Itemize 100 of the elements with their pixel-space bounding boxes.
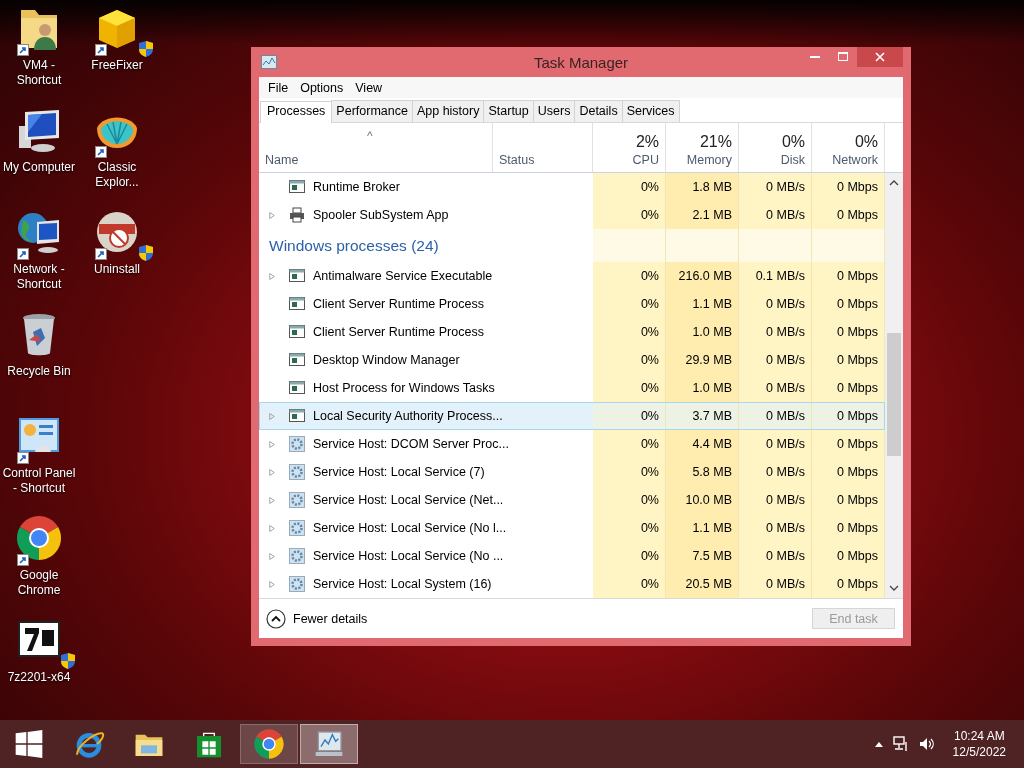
process-row[interactable]: Client Server Runtime Process 0% 1.0 MB 0 MB/s 0 Mbps: [259, 318, 885, 346]
tab[interactable]: Startup: [483, 100, 534, 122]
tab[interactable]: Services: [621, 100, 680, 122]
scrollbar[interactable]: [885, 173, 903, 598]
column-label: Memory: [686, 153, 732, 167]
sort-indicator: ^: [367, 129, 373, 143]
show-hidden-icon[interactable]: [874, 741, 883, 747]
column-header[interactable]: 0% Disk: [739, 123, 812, 172]
table-cell: 0 Mbps: [812, 173, 885, 201]
column-header[interactable]: 21% Memory: [666, 123, 739, 172]
close-button[interactable]: [857, 47, 903, 67]
desktop-icon-label[interactable]: My Computer: [3, 160, 75, 175]
process-row[interactable]: Spooler SubSystem App 0% 2.1 MB 0 MB/s 0 Mbps: [259, 201, 885, 229]
minimize-icon: [810, 56, 820, 58]
clock-time[interactable]: 10:24 AM: [953, 728, 1005, 744]
collapse-icon: [266, 608, 286, 629]
tab[interactable]: Performance: [331, 100, 413, 122]
volume-icon[interactable]: [918, 736, 935, 752]
table-cell: 0 MB/s: [739, 402, 812, 430]
table-cell: 10.0 MB: [666, 486, 739, 514]
column-header[interactable]: ^ Name: [259, 123, 493, 172]
process-name: Host Process for Windows Tasks: [313, 381, 495, 395]
table-cell: 29.9 MB: [666, 346, 739, 374]
table-cell: 0 Mbps: [812, 570, 885, 598]
table-cell: 0 MB/s: [739, 173, 812, 201]
column-label: Status: [499, 153, 536, 167]
scroll-thumb[interactable]: [887, 333, 901, 456]
tab[interactable]: Processes: [260, 101, 333, 123]
table-cell: 0%: [593, 430, 666, 458]
process-name: Antimalware Service Executable: [313, 269, 493, 283]
table-cell: 0.1 MB/s: [739, 262, 812, 290]
column-header[interactable]: 2% CPU: [593, 123, 666, 172]
column-header[interactable]: Status: [493, 123, 593, 172]
gear-icon: [289, 520, 305, 536]
network-icon[interactable]: [892, 736, 909, 752]
window-icon: [289, 408, 305, 424]
scroll-up-icon[interactable]: [889, 180, 899, 186]
column-total: 0%: [854, 133, 878, 151]
menu-item[interactable]: Options: [294, 80, 350, 95]
window-icon: [289, 179, 305, 195]
desktop-icon-label[interactable]: 7z2201-x64: [7, 670, 71, 685]
column-label: Name: [265, 153, 300, 167]
process-row[interactable]: Client Server Runtime Process 0% 1.1 MB 0 MB/s 0 Mbps: [259, 290, 885, 318]
table-cell: 0 MB/s: [739, 514, 812, 542]
process-name: Client Server Runtime Process: [313, 325, 484, 339]
windows-logo-icon: [13, 728, 45, 760]
process-row[interactable]: Service Host: Local System (16) 0% 20.5 MB 0 MB/s 0 Mbps: [259, 570, 885, 598]
process-row[interactable]: Local Security Authority Process... 0% 3.7 MB 0 MB/s 0 Mbps: [259, 402, 885, 430]
process-row[interactable]: Service Host: Local Service (Net... 0% 10.0 MB 0 MB/s 0 Mbps: [259, 486, 885, 514]
table-cell: 0 Mbps: [812, 402, 885, 430]
tab[interactable]: Details: [574, 100, 623, 122]
table-cell: 0%: [593, 402, 666, 430]
fewer-details-link[interactable]: Fewer details: [266, 608, 368, 629]
browser-icon[interactable]: [15, 514, 63, 562]
process-row[interactable]: Service Host: Local Service (No ... 0% 7.5 MB 0 MB/s 0 Mbps: [259, 542, 885, 570]
desktop-icon-label[interactable]: Network - Shortcut: [1, 262, 77, 292]
desktop-icon-label[interactable]: Google Chrome: [1, 568, 77, 598]
table-cell: 0 MB/s: [739, 486, 812, 514]
process-name: Service Host: Local System (16): [313, 577, 492, 591]
scroll-down-icon[interactable]: [889, 585, 899, 591]
table-cell: 0 Mbps: [812, 374, 885, 402]
printer-icon: [289, 207, 305, 223]
desktop-icon-label[interactable]: FreeFixer: [91, 58, 143, 73]
tab[interactable]: App history: [411, 100, 485, 122]
column-label: CPU: [632, 153, 659, 167]
process-row[interactable]: Service Host: Local Service (No l... 0% 1.1 MB 0 MB/s 0 Mbps: [259, 514, 885, 542]
table-cell: 0%: [593, 262, 666, 290]
gear-icon: [289, 464, 305, 480]
process-row[interactable]: Antimalware Service Executable 0% 216.0 MB 0.1 MB/s 0 Mbps: [259, 262, 885, 290]
table-cell: 1.1 MB: [666, 514, 739, 542]
clock-date[interactable]: 12/5/2022: [952, 744, 1006, 760]
table-cell: 20.5 MB: [666, 570, 739, 598]
table-cell: 1.8 MB: [666, 173, 739, 201]
table-cell: 0 MB/s: [739, 430, 812, 458]
menu-item[interactable]: View: [349, 80, 389, 95]
process-row[interactable]: Runtime Broker 0% 1.8 MB 0 MB/s 0 Mbps: [259, 173, 885, 201]
process-name: Spooler SubSystem App: [313, 208, 449, 222]
window-icon: [289, 380, 305, 396]
table-cell: 0 Mbps: [812, 290, 885, 318]
desktop-icon-label[interactable]: Uninstall: [94, 262, 140, 277]
tab[interactable]: Users: [532, 100, 576, 122]
process-name: Local Security Authority Process...: [313, 409, 503, 423]
menu-item[interactable]: File: [262, 80, 295, 95]
window-icon: [289, 268, 305, 284]
process-row[interactable]: Host Process for Windows Tasks 0% 1.0 MB 0 MB/s 0 Mbps: [259, 374, 885, 402]
table-cell: 0%: [593, 201, 666, 229]
process-row[interactable]: Desktop Window Manager 0% 29.9 MB 0 MB/s 0 Mbps: [259, 346, 885, 374]
table-cell: 0%: [593, 486, 666, 514]
desktop-icon-label[interactable]: Recycle Bin: [7, 364, 71, 379]
desktop-icon-label[interactable]: Classic Explor...: [79, 160, 155, 190]
close-icon: [875, 52, 885, 62]
gear-icon: [289, 576, 305, 592]
column-header[interactable]: 0% Network: [812, 123, 885, 172]
desktop-icon-label[interactable]: VM4 - Shortcut: [1, 58, 77, 88]
process-row[interactable]: Service Host: DCOM Server Proc... 0% 4.4 MB 0 MB/s 0 Mbps: [259, 430, 885, 458]
desktop-icon-label[interactable]: Control Panel - Shortcut: [1, 466, 77, 496]
process-row[interactable]: Service Host: Local Service (7) 0% 5.8 MB 0 MB/s 0 Mbps: [259, 458, 885, 486]
table-cell: 0 MB/s: [739, 542, 812, 570]
table-cell: 1.1 MB: [666, 290, 739, 318]
table-cell: 0%: [593, 514, 666, 542]
